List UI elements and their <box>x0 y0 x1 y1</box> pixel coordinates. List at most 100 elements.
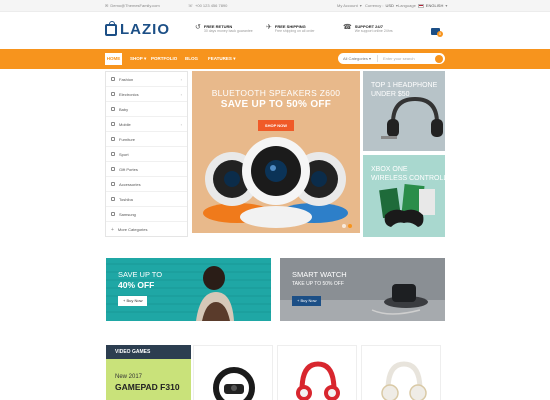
page: ✉ Demo@ThemesFamily.com ☏ +00 123 456 78… <box>0 0 550 400</box>
promo-buy-now-button[interactable]: + Buy Now <box>292 296 322 306</box>
nav-shop-label: SHOP <box>130 56 143 61</box>
furniture-icon <box>111 137 115 141</box>
promo-banner-discount[interactable]: SAVE UP TO 40% OFF + Buy Now <box>106 258 271 321</box>
accessories-icon <box>111 182 115 186</box>
feature-free-shipping: ✈ FREE SHIPPING Free shipping on all ord… <box>266 24 315 34</box>
nav-home[interactable]: HOME <box>105 53 122 65</box>
currency-selector[interactable]: Currency : USD ▾ <box>365 3 398 8</box>
phone-text: +00 123 456 7890 <box>195 3 228 8</box>
product-card-steering-wheel[interactable] <box>193 345 273 400</box>
plus-icon: + <box>111 226 114 233</box>
category-item-furniture[interactable]: Furniture <box>106 132 187 147</box>
hero-slider[interactable]: BLUETOOTH SPEAKERS Z600 SAVE UP TO 50% O… <box>192 71 360 233</box>
mobile-icon <box>111 122 115 126</box>
category-label: More Categories <box>117 227 148 232</box>
promo-line2: TAKE UP TO 50% OFF <box>292 281 344 287</box>
feature-free-return: ↺ FREE RETURN 30 days money back guarant… <box>195 24 253 34</box>
search-input[interactable]: Enter your search <box>378 56 435 61</box>
baby-icon <box>111 107 115 111</box>
category-item-mobile[interactable]: Mobile › <box>106 117 187 132</box>
slider-dot-active[interactable] <box>348 224 352 228</box>
category-label: Electronics <box>119 91 139 97</box>
laptop-icon <box>111 197 115 201</box>
promo-buy-now-button[interactable]: + Buy Now <box>118 296 148 306</box>
account-label: My Account <box>337 3 358 8</box>
cart-count-badge: 0 <box>437 31 443 37</box>
xbox-controller-image <box>379 184 435 227</box>
nav-features-label: FEATURES <box>208 56 232 61</box>
category-item-more[interactable]: + More Categories <box>106 222 187 237</box>
video-games-line1: New 2017 <box>115 374 143 380</box>
category-label: Accessories <box>119 181 141 187</box>
promo-line2: 40% OFF <box>118 280 155 290</box>
category-item-baby[interactable]: Baby <box>106 102 187 117</box>
video-games-banner[interactable]: VIDEO GAMES New 2017 GAMEPAD F310 <box>106 345 191 400</box>
search-category-select[interactable]: All Categories ▾ <box>338 55 378 62</box>
category-label: Samsung <box>119 211 136 217</box>
chevron-right-icon: › <box>180 76 182 82</box>
shipping-icon: ✈ <box>266 24 272 31</box>
search-button[interactable] <box>435 54 443 63</box>
my-account-link[interactable]: My Account ▾ <box>337 3 362 8</box>
nav-shop[interactable]: SHOP ▾ <box>130 56 146 62</box>
shopping-bag-icon <box>105 20 117 36</box>
logo-text: LAZIO <box>120 21 170 38</box>
category-item-accessories[interactable]: Accessories <box>106 177 187 192</box>
category-item-gift[interactable]: Gift Portes <box>106 162 187 177</box>
category-item-electronics[interactable]: Electronics › <box>106 87 187 102</box>
category-label: Toshiba <box>119 196 133 202</box>
chevron-right-icon: › <box>180 121 182 127</box>
feature-subtitle: Free shipping on all order <box>274 29 315 33</box>
promo-line1: SMART WATCH <box>292 270 347 279</box>
headphone-banner[interactable]: TOP 1 HEADPHONE UNDER $50 <box>363 71 445 151</box>
currency-value: USD <box>385 3 394 8</box>
fashion-icon <box>111 77 115 81</box>
red-headphones-image <box>296 361 340 400</box>
smartwatch-image <box>280 258 445 321</box>
promo-banner-smartwatch[interactable]: SMART WATCH TAKE UP TO 50% OFF + Buy Now <box>280 258 445 321</box>
feature-subtitle: We support online 24hrs <box>354 29 393 33</box>
nav-blog[interactable]: BLOG <box>185 56 198 61</box>
chevron-down-icon: ▾ <box>359 3 362 8</box>
search-bar: All Categories ▾ Enter your search <box>338 53 445 64</box>
contact-email[interactable]: ✉ Demo@ThemesFamily.com <box>105 3 160 8</box>
chevron-down-icon: ▾ <box>143 56 147 61</box>
us-flag-icon <box>417 3 424 8</box>
category-item-samsung[interactable]: Samsung <box>106 207 187 222</box>
chevron-right-icon: › <box>180 91 182 97</box>
email-text: Demo@ThemesFamily.com <box>110 3 160 8</box>
gift-icon <box>111 167 115 171</box>
product-card-white-headphones[interactable] <box>361 345 441 400</box>
main-nav: HOME SHOP ▾ PORTFOLIO BLOG FEATURES ▾ Al… <box>0 49 550 69</box>
category-label: Fashion <box>119 76 134 82</box>
nav-portfolio[interactable]: PORTFOLIO <box>151 56 177 61</box>
nav-features[interactable]: FEATURES ▾ <box>208 56 235 62</box>
cart-button[interactable]: 0 <box>431 26 443 37</box>
site-header: LAZIO ↺ FREE RETURN 30 days money back g… <box>0 12 550 49</box>
language-value: ENGLISH <box>425 3 444 8</box>
language-label: Language <box>398 3 416 8</box>
currency-label: Currency : <box>365 3 384 8</box>
language-selector[interactable]: Language ENGLISH ▾ <box>398 3 447 8</box>
site-logo[interactable]: LAZIO <box>105 20 170 38</box>
mail-icon: ✉ <box>105 3 109 8</box>
category-item-toshiba[interactable]: Toshiba <box>106 192 187 207</box>
video-games-line2: GAMEPAD F310 <box>115 382 180 392</box>
speaker-cameras-image <box>203 137 348 228</box>
category-item-sport[interactable]: Sport <box>106 147 187 162</box>
white-headphones-image <box>381 361 427 400</box>
top-utility-bar: ✉ Demo@ThemesFamily.com ☏ +00 123 456 78… <box>0 0 550 12</box>
category-label: Mobile <box>119 121 131 127</box>
category-label: Furniture <box>119 136 136 142</box>
xbox-banner[interactable]: XBOX ONE WIRELESS CONTROLLER <box>363 155 445 237</box>
video-games-heading: VIDEO GAMES <box>106 345 191 359</box>
slider-dot[interactable] <box>342 224 346 228</box>
chevron-down-icon: ▾ <box>233 56 236 61</box>
return-icon: ↺ <box>195 24 201 31</box>
electronics-icon <box>111 92 115 96</box>
category-label: Gift Portes <box>119 166 138 172</box>
product-card-red-headphones[interactable] <box>277 345 357 400</box>
search-category-value: All Categories <box>343 56 368 61</box>
category-item-fashion[interactable]: Fashion › <box>106 72 187 87</box>
phone-icon: ☏ <box>188 3 194 8</box>
